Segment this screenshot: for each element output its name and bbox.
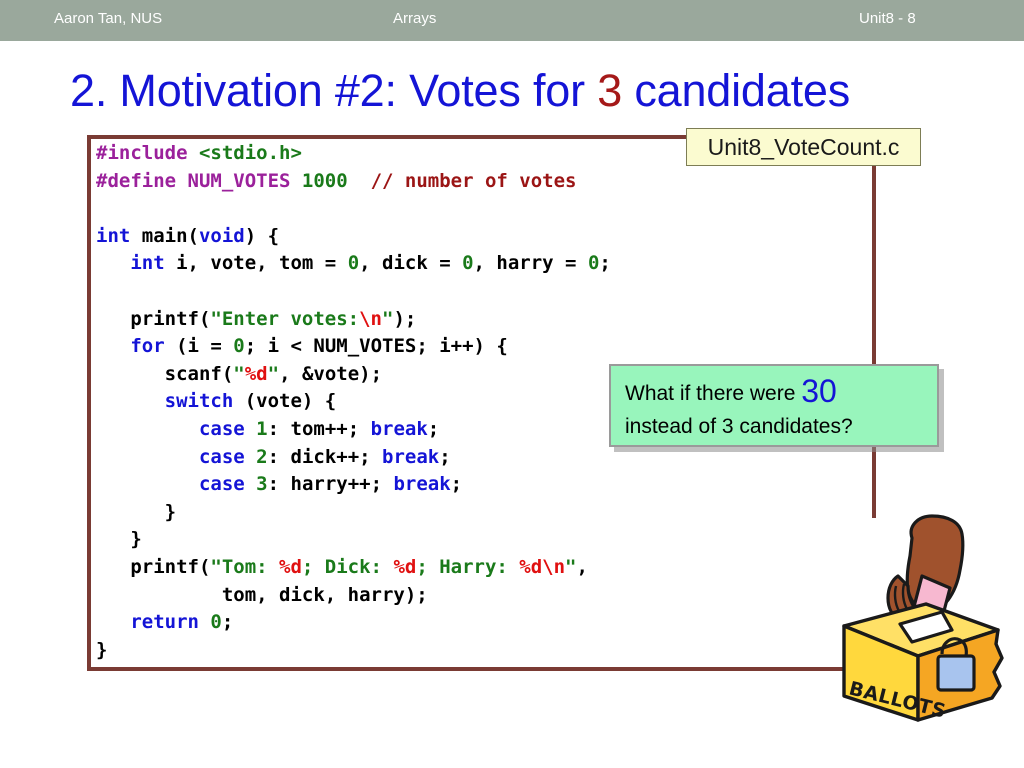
question-callout-line1-text: What if there were [625, 382, 802, 405]
code-listing: #include <stdio.h> #define NUM_VOTES 100… [96, 142, 611, 661]
slide-title-accent-number: 3 [597, 65, 623, 116]
slide-title-suffix: candidates [622, 65, 850, 116]
slide-title-prefix: 2. Motivation #2: Votes for [70, 65, 598, 116]
source-filename-label: Unit8_VoteCount.c [707, 133, 900, 160]
ballot-box-illustration: BALLOTS [842, 514, 1004, 723]
slide-header-bar: Aaron Tan, NUS Arrays Unit8 - 8 [0, 0, 1024, 41]
question-callout-number: 30 [801, 373, 837, 409]
source-filename-callout: Unit8_VoteCount.c [686, 128, 921, 166]
callout-leader-line [872, 164, 876, 518]
header-unit-number: Unit8 - 8 [859, 10, 916, 27]
question-callout-line2: instead of 3 candidates? [625, 415, 853, 438]
header-author: Aaron Tan, NUS [54, 10, 163, 27]
slide-title: 2. Motivation #2: Votes for 3 candidates [70, 62, 850, 120]
question-callout: What if there were 30 instead of 3 candi… [609, 364, 939, 447]
question-callout-line1: What if there were 30 [625, 375, 937, 410]
header-topic: Arrays [393, 10, 437, 27]
